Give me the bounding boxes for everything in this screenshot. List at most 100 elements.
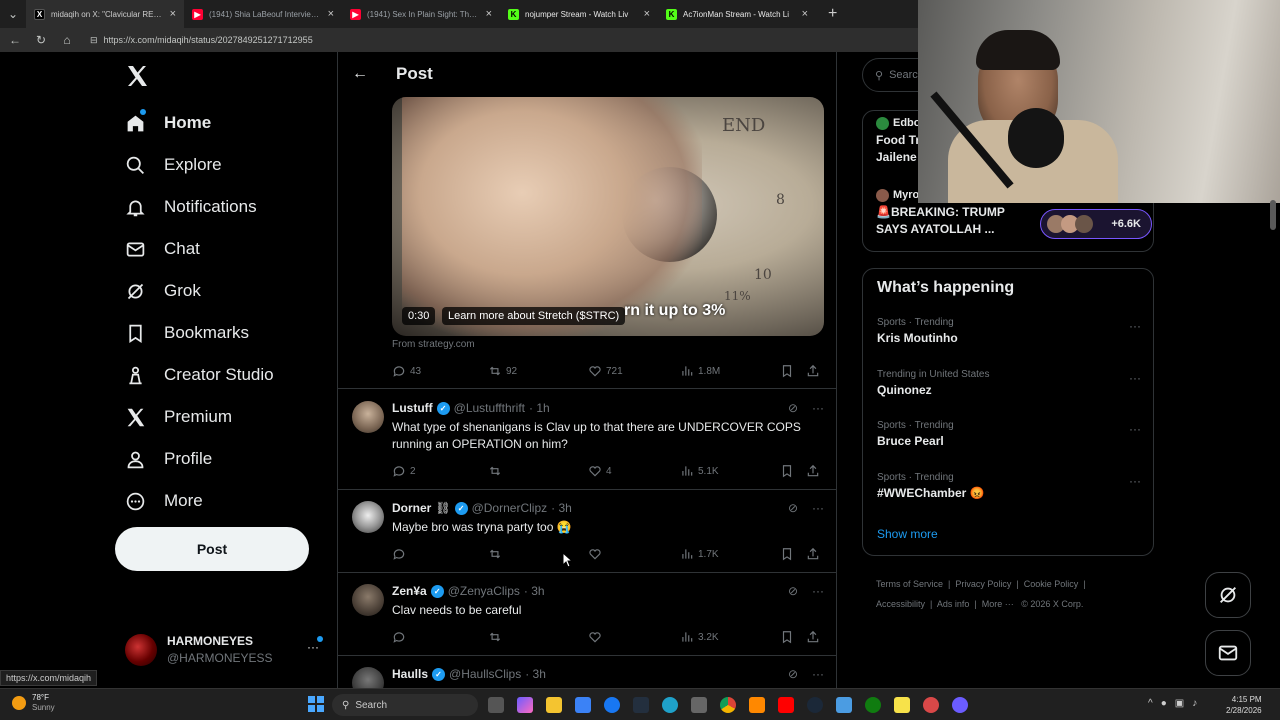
new-tab-button[interactable]: +: [816, 5, 849, 23]
reply-button[interactable]: [392, 630, 488, 644]
messages-button[interactable]: [1205, 630, 1251, 676]
nav-creator-studio[interactable]: Creator Studio: [115, 354, 335, 396]
more-options-icon[interactable]: ···: [812, 401, 824, 415]
views-button[interactable]: 1.7K: [680, 547, 780, 561]
views-button[interactable]: 3.2K: [680, 630, 780, 644]
author-name[interactable]: Zen¥a: [392, 584, 427, 598]
author-name[interactable]: Lustuff: [392, 401, 433, 415]
reply-button[interactable]: 43: [392, 364, 488, 378]
nav-grok[interactable]: Grok: [115, 270, 335, 312]
post-time[interactable]: · 3h: [525, 667, 546, 681]
trend-item[interactable]: Sports · Trending Bruce Pearl ···: [877, 420, 1141, 448]
like-button[interactable]: 4: [588, 464, 680, 478]
grok-button[interactable]: [1205, 572, 1251, 618]
chrome-icon[interactable]: [720, 697, 736, 713]
close-tab-icon[interactable]: ×: [170, 8, 176, 20]
browser-tab[interactable]: X midaqih on X: "Clavicular REALIZE ×: [26, 0, 184, 28]
post-time[interactable]: · 3h: [551, 501, 572, 515]
file-explorer-icon[interactable]: [546, 697, 562, 713]
footer-link[interactable]: More ···: [982, 599, 1014, 609]
close-tab-icon[interactable]: ×: [644, 8, 650, 20]
task-view-icon[interactable]: [488, 697, 504, 713]
tab-list-chevron-icon[interactable]: ⌄: [0, 7, 26, 21]
share-button[interactable]: [806, 364, 820, 378]
footer-link[interactable]: Privacy Policy: [955, 579, 1011, 589]
reply-post[interactable]: Haulls ✓ @HaullsClips · 3h ⊘ ···: [338, 655, 836, 692]
nav-premium[interactable]: Premium: [115, 396, 335, 438]
close-tab-icon[interactable]: ×: [486, 8, 492, 20]
browser-tab[interactable]: K nojumper Stream - Watch Liv ×: [500, 0, 658, 28]
nav-notifications[interactable]: Notifications: [115, 186, 335, 228]
trend-item[interactable]: Sports · Trending Kris Moutinho ···: [877, 317, 1141, 345]
trend-item[interactable]: Trending in United States Quinonez ···: [877, 369, 1141, 397]
calculator-icon[interactable]: [691, 697, 707, 713]
url-field[interactable]: ⊟ https://x.com/midaqih/status/202784925…: [90, 35, 313, 46]
copilot-icon[interactable]: [517, 697, 533, 713]
more-options-icon[interactable]: ···: [307, 640, 319, 654]
footer-link[interactable]: Terms of Service: [876, 579, 943, 589]
nav-more[interactable]: More: [115, 480, 335, 522]
scrollbar[interactable]: [1270, 200, 1276, 230]
more-options-icon[interactable]: ···: [812, 501, 824, 515]
nav-profile[interactable]: Profile: [115, 438, 335, 480]
back-arrow-icon[interactable]: ←: [8, 33, 22, 47]
views-button[interactable]: 5.1K: [680, 464, 780, 478]
author-handle[interactable]: @ZenyaClips: [448, 584, 520, 598]
footer-link[interactable]: Cookie Policy: [1024, 579, 1079, 589]
nav-bookmarks[interactable]: Bookmarks: [115, 312, 335, 354]
vlc-icon[interactable]: [749, 697, 765, 713]
close-tab-icon[interactable]: ×: [802, 8, 808, 20]
bookmark-button[interactable]: [780, 547, 806, 561]
author-handle[interactable]: @HaullsClips: [449, 667, 521, 681]
grok-icon[interactable]: ⊘: [788, 584, 798, 598]
close-tab-icon[interactable]: ×: [328, 8, 334, 20]
trend-item[interactable]: Sports · Trending #WWEChamber 😡 ···: [877, 472, 1141, 500]
share-button[interactable]: [806, 630, 820, 644]
show-more-link[interactable]: Show more: [877, 527, 938, 541]
reply-button[interactable]: 2: [392, 464, 488, 478]
store-icon[interactable]: [575, 697, 591, 713]
author-name[interactable]: Dorner: [392, 501, 431, 515]
amazon-icon[interactable]: [633, 697, 649, 713]
author-name[interactable]: Haulls: [392, 667, 428, 681]
grok-icon[interactable]: ⊘: [788, 667, 798, 681]
grok-icon[interactable]: ⊘: [788, 501, 798, 515]
steam-icon[interactable]: [807, 697, 823, 713]
post-button[interactable]: Post: [115, 527, 309, 571]
notes-icon[interactable]: [894, 697, 910, 713]
like-button[interactable]: 721: [588, 364, 680, 378]
footer-link[interactable]: Ads info: [937, 599, 970, 609]
footer-link[interactable]: Accessibility: [876, 599, 925, 609]
author-handle[interactable]: @Lustuffthrift: [454, 401, 525, 415]
like-button[interactable]: [588, 630, 680, 644]
obs-icon[interactable]: [952, 697, 968, 713]
author-handle[interactable]: @DornerClipz: [472, 501, 548, 515]
site-info-icon[interactable]: ⊟: [90, 35, 98, 46]
post-time[interactable]: · 1h: [529, 401, 550, 415]
more-options-icon[interactable]: ···: [1129, 319, 1141, 333]
learn-more-link[interactable]: Learn more about Stretch ($STRC): [442, 307, 626, 325]
more-options-icon[interactable]: ···: [1129, 422, 1141, 436]
app-icon[interactable]: [836, 697, 852, 713]
grok-icon[interactable]: ⊘: [788, 401, 798, 415]
reply-button[interactable]: [392, 547, 488, 561]
browser-tab[interactable]: ▶ (1941) Sex In Plain Sight: The Figu ×: [342, 0, 500, 28]
facebook-icon[interactable]: [604, 697, 620, 713]
bookmark-button[interactable]: [780, 464, 806, 478]
like-button[interactable]: [588, 547, 680, 561]
repost-button[interactable]: 92: [488, 364, 588, 378]
share-button[interactable]: [806, 547, 820, 561]
start-button[interactable]: [308, 696, 324, 712]
post-time[interactable]: · 3h: [524, 584, 545, 598]
home-icon[interactable]: ⌂: [60, 33, 74, 47]
clock[interactable]: 4:15 PM 2/28/2026: [1226, 694, 1262, 716]
account-switcher[interactable]: HARMONEYES @HARMONEYESS ···: [125, 630, 335, 670]
back-arrow-icon[interactable]: ←: [352, 65, 368, 83]
game-icon[interactable]: [923, 697, 939, 713]
nav-explore[interactable]: Explore: [115, 144, 335, 186]
xbox-icon[interactable]: [865, 697, 881, 713]
more-options-icon[interactable]: ···: [1129, 474, 1141, 488]
bookmark-button[interactable]: [780, 630, 806, 644]
ad-source[interactable]: From strategy.com: [392, 339, 475, 350]
bookmark-button[interactable]: [780, 364, 806, 378]
